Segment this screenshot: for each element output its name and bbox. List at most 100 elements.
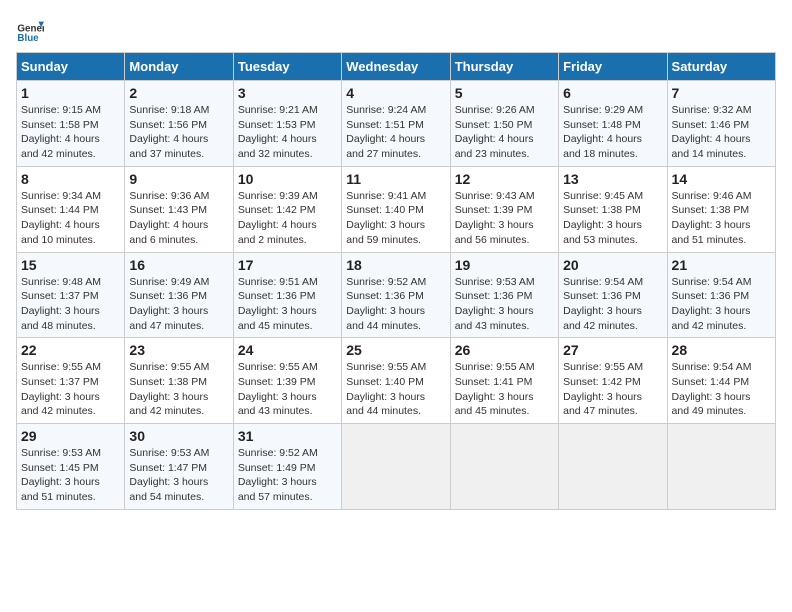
day-number: 7: [672, 85, 771, 101]
day-detail: Sunrise: 9:55 AMSunset: 1:41 PMDaylight:…: [455, 360, 554, 419]
logo-icon: General Blue: [16, 16, 44, 44]
day-detail: Sunrise: 9:53 AMSunset: 1:36 PMDaylight:…: [455, 275, 554, 334]
calendar-cell: 3 Sunrise: 9:21 AMSunset: 1:53 PMDaylight…: [233, 81, 341, 167]
calendar-cell: 9 Sunrise: 9:36 AMSunset: 1:43 PMDaylight…: [125, 166, 233, 252]
day-number: 19: [455, 257, 554, 273]
day-detail: Sunrise: 9:41 AMSunset: 1:40 PMDaylight:…: [346, 189, 445, 248]
calendar-cell: [342, 424, 450, 510]
day-number: 3: [238, 85, 337, 101]
calendar-cell: 24 Sunrise: 9:55 AMSunset: 1:39 PMDayligh…: [233, 338, 341, 424]
day-detail: Sunrise: 9:49 AMSunset: 1:36 PMDaylight:…: [129, 275, 228, 334]
day-number: 13: [563, 171, 662, 187]
day-detail: Sunrise: 9:39 AMSunset: 1:42 PMDaylight:…: [238, 189, 337, 248]
day-detail: Sunrise: 9:36 AMSunset: 1:43 PMDaylight:…: [129, 189, 228, 248]
weekday-header-monday: Monday: [125, 53, 233, 81]
day-detail: Sunrise: 9:55 AMSunset: 1:37 PMDaylight:…: [21, 360, 120, 419]
calendar-cell: 7 Sunrise: 9:32 AMSunset: 1:46 PMDaylight…: [667, 81, 775, 167]
calendar-week-row: 29 Sunrise: 9:53 AMSunset: 1:45 PMDayligh…: [17, 424, 776, 510]
day-number: 2: [129, 85, 228, 101]
day-detail: Sunrise: 9:26 AMSunset: 1:50 PMDaylight:…: [455, 103, 554, 162]
logo: General Blue: [16, 16, 48, 44]
day-detail: Sunrise: 9:53 AMSunset: 1:47 PMDaylight:…: [129, 446, 228, 505]
calendar-cell: 14Sunrise: 9:46 AMSunset: 1:38 PMDayligh…: [667, 166, 775, 252]
calendar-cell: [667, 424, 775, 510]
calendar-cell: 11 Sunrise: 9:41 AMSunset: 1:40 PMDayligh…: [342, 166, 450, 252]
day-number: 28: [672, 342, 771, 358]
calendar-cell: [450, 424, 558, 510]
svg-text:Blue: Blue: [17, 33, 39, 44]
day-number: 17: [238, 257, 337, 273]
day-number: 11: [346, 171, 445, 187]
day-detail: Sunrise: 9:55 AMSunset: 1:40 PMDaylight:…: [346, 360, 445, 419]
day-detail: Sunrise: 9:48 AMSunset: 1:37 PMDaylight:…: [21, 275, 120, 334]
day-number: 25: [346, 342, 445, 358]
day-detail: Sunrise: 9:32 AMSunset: 1:46 PMDaylight:…: [672, 103, 771, 162]
day-number: 20: [563, 257, 662, 273]
day-number: 18: [346, 257, 445, 273]
calendar-cell: 8 Sunrise: 9:34 AMSunset: 1:44 PMDaylight…: [17, 166, 125, 252]
calendar-cell: 2 Sunrise: 9:18 AMSunset: 1:56 PMDaylight…: [125, 81, 233, 167]
day-detail: Sunrise: 9:18 AMSunset: 1:56 PMDaylight:…: [129, 103, 228, 162]
calendar-cell: 20 Sunrise: 9:54 AMSunset: 1:36 PMDayligh…: [559, 252, 667, 338]
day-number: 4: [346, 85, 445, 101]
calendar-cell: 25 Sunrise: 9:55 AMSunset: 1:40 PMDayligh…: [342, 338, 450, 424]
weekday-header-wednesday: Wednesday: [342, 53, 450, 81]
day-number: 10: [238, 171, 337, 187]
calendar-week-row: 22 Sunrise: 9:55 AMSunset: 1:37 PMDayligh…: [17, 338, 776, 424]
day-detail: Sunrise: 9:54 AMSunset: 1:44 PMDaylight:…: [672, 360, 771, 419]
calendar-cell: 15 Sunrise: 9:48 AMSunset: 1:37 PMDayligh…: [17, 252, 125, 338]
day-number: 8: [21, 171, 120, 187]
calendar-cell: 21Sunrise: 9:54 AMSunset: 1:36 PMDayligh…: [667, 252, 775, 338]
day-detail: Sunrise: 9:21 AMSunset: 1:53 PMDaylight:…: [238, 103, 337, 162]
day-detail: Sunrise: 9:54 AMSunset: 1:36 PMDaylight:…: [672, 275, 771, 334]
calendar-week-row: 15 Sunrise: 9:48 AMSunset: 1:37 PMDayligh…: [17, 252, 776, 338]
day-number: 27: [563, 342, 662, 358]
calendar-cell: 10 Sunrise: 9:39 AMSunset: 1:42 PMDayligh…: [233, 166, 341, 252]
weekday-header-friday: Friday: [559, 53, 667, 81]
day-detail: Sunrise: 9:53 AMSunset: 1:45 PMDaylight:…: [21, 446, 120, 505]
day-detail: Sunrise: 9:55 AMSunset: 1:39 PMDaylight:…: [238, 360, 337, 419]
calendar-cell: 6Sunrise: 9:29 AMSunset: 1:48 PMDaylight…: [559, 81, 667, 167]
day-number: 26: [455, 342, 554, 358]
day-detail: Sunrise: 9:55 AMSunset: 1:42 PMDaylight:…: [563, 360, 662, 419]
day-number: 6: [563, 85, 662, 101]
calendar-cell: 17 Sunrise: 9:51 AMSunset: 1:36 PMDayligh…: [233, 252, 341, 338]
day-detail: Sunrise: 9:51 AMSunset: 1:36 PMDaylight:…: [238, 275, 337, 334]
day-number: 23: [129, 342, 228, 358]
calendar-cell: 5 Sunrise: 9:26 AMSunset: 1:50 PMDaylight…: [450, 81, 558, 167]
day-number: 15: [21, 257, 120, 273]
calendar-cell: 22 Sunrise: 9:55 AMSunset: 1:37 PMDayligh…: [17, 338, 125, 424]
day-number: 29: [21, 428, 120, 444]
day-detail: Sunrise: 9:55 AMSunset: 1:38 PMDaylight:…: [129, 360, 228, 419]
weekday-header-sunday: Sunday: [17, 53, 125, 81]
day-number: 24: [238, 342, 337, 358]
weekday-header-tuesday: Tuesday: [233, 53, 341, 81]
day-detail: Sunrise: 9:34 AMSunset: 1:44 PMDaylight:…: [21, 189, 120, 248]
day-detail: Sunrise: 9:52 AMSunset: 1:36 PMDaylight:…: [346, 275, 445, 334]
calendar-cell: 1Sunrise: 9:15 AMSunset: 1:58 PMDaylight…: [17, 81, 125, 167]
day-number: 9: [129, 171, 228, 187]
calendar-cell: 16Sunrise: 9:49 AMSunset: 1:36 PMDayligh…: [125, 252, 233, 338]
day-detail: Sunrise: 9:43 AMSunset: 1:39 PMDaylight:…: [455, 189, 554, 248]
calendar-table: SundayMondayTuesdayWednesdayThursdayFrid…: [16, 52, 776, 510]
day-detail: Sunrise: 9:24 AMSunset: 1:51 PMDaylight:…: [346, 103, 445, 162]
calendar-cell: 4 Sunrise: 9:24 AMSunset: 1:51 PMDaylight…: [342, 81, 450, 167]
calendar-cell: 18 Sunrise: 9:52 AMSunset: 1:36 PMDayligh…: [342, 252, 450, 338]
calendar-cell: 19 Sunrise: 9:53 AMSunset: 1:36 PMDayligh…: [450, 252, 558, 338]
day-detail: Sunrise: 9:54 AMSunset: 1:36 PMDaylight:…: [563, 275, 662, 334]
calendar-week-row: 1Sunrise: 9:15 AMSunset: 1:58 PMDaylight…: [17, 81, 776, 167]
calendar-cell: 23 Sunrise: 9:55 AMSunset: 1:38 PMDayligh…: [125, 338, 233, 424]
calendar-cell: 31Sunrise: 9:52 AMSunset: 1:49 PMDayligh…: [233, 424, 341, 510]
day-number: 5: [455, 85, 554, 101]
weekday-header-row: SundayMondayTuesdayWednesdayThursdayFrid…: [17, 53, 776, 81]
day-number: 14: [672, 171, 771, 187]
calendar-cell: 26 Sunrise: 9:55 AMSunset: 1:41 PMDayligh…: [450, 338, 558, 424]
weekday-header-thursday: Thursday: [450, 53, 558, 81]
day-detail: Sunrise: 9:15 AMSunset: 1:58 PMDaylight:…: [21, 103, 120, 162]
day-detail: Sunrise: 9:45 AMSunset: 1:38 PMDaylight:…: [563, 189, 662, 248]
weekday-header-saturday: Saturday: [667, 53, 775, 81]
page-header: General Blue: [16, 16, 776, 44]
day-number: 30: [129, 428, 228, 444]
day-number: 22: [21, 342, 120, 358]
day-number: 31: [238, 428, 337, 444]
